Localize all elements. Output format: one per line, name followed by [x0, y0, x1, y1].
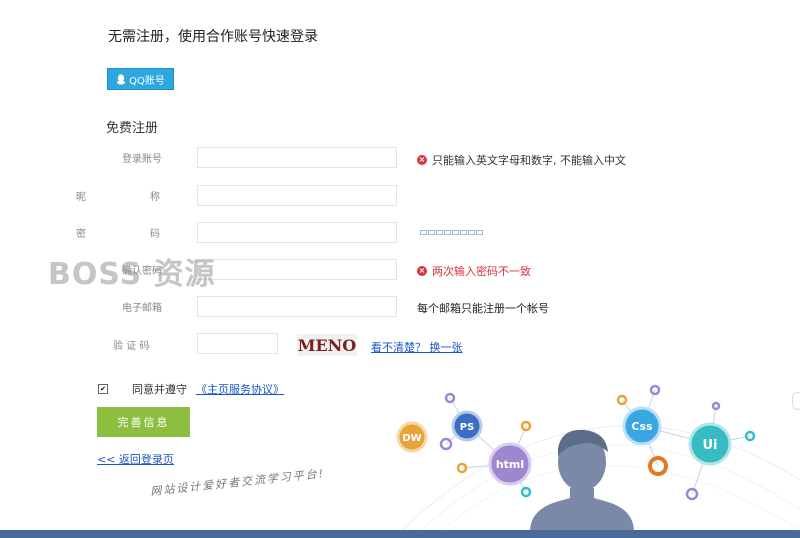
back-to-login-link[interactable]: << 返回登录页: [97, 451, 174, 467]
agree-text: 同意并遵守: [132, 383, 187, 396]
scroll-indicator[interactable]: [792, 392, 800, 410]
slogan: 网站设计爱好者交流学习平台!: [149, 466, 326, 499]
dw-badge-icon: DW: [396, 421, 428, 453]
ps-badge-icon: PS: [451, 410, 483, 442]
error-icon: ×: [417, 266, 427, 276]
svg-text:html: html: [496, 458, 524, 471]
svg-text:DW: DW: [402, 433, 421, 444]
password-label-a: 密: [76, 229, 86, 240]
confirm-password-error: × 两次输入密码不一致: [417, 263, 531, 279]
css-badge-icon: Css: [622, 406, 662, 446]
qq-login-button[interactable]: QQ账号: [107, 68, 174, 90]
account-error-text: 只能输入英文字母和数字, 不能输入中文: [432, 154, 626, 167]
error-icon: ×: [417, 155, 427, 165]
password-strength-meter: [420, 230, 483, 235]
account-input[interactable]: [197, 147, 397, 168]
agree-checkbox[interactable]: ✔: [98, 384, 108, 394]
confirm-error-text: 两次输入密码不一致: [432, 265, 531, 278]
svg-text:PS: PS: [460, 422, 475, 433]
svg-text:Css: Css: [631, 420, 653, 433]
qq-login-label: QQ账号: [129, 75, 165, 87]
terms-link[interactable]: 《主页服务协议》: [196, 381, 284, 397]
bottom-bar: [0, 530, 800, 538]
confirm-password-input[interactable]: [197, 259, 397, 280]
skills-illustration: DW PS html Css Ui: [396, 384, 800, 532]
captcha-image[interactable]: MENO: [297, 334, 357, 356]
email-input[interactable]: [197, 296, 397, 317]
nickname-label-b: 称: [150, 192, 160, 203]
captcha-refresh-link[interactable]: 看不清楚？ 换一张: [371, 339, 463, 355]
register-title: 免费注册: [106, 121, 159, 136]
account-error: × 只能输入英文字母和数字, 不能输入中文: [417, 152, 626, 168]
password-label-b: 码: [150, 229, 160, 240]
ui-badge-icon: Ui: [688, 422, 732, 466]
html-badge-icon: html: [488, 442, 532, 486]
captcha-input[interactable]: [197, 333, 278, 354]
account-label: 登录账号: [122, 154, 162, 165]
quick-login-title: 无需注册，使用合作账号快速登录: [108, 29, 318, 45]
password-input[interactable]: [197, 222, 397, 243]
email-label: 电子邮箱: [122, 303, 162, 314]
nickname-input[interactable]: [197, 185, 397, 206]
watermark: BOSS 资源: [48, 257, 216, 292]
submit-button[interactable]: 完善信息: [97, 407, 190, 437]
qq-icon: [117, 73, 126, 84]
svg-text:Ui: Ui: [702, 438, 717, 453]
captcha-text: MENO: [297, 335, 357, 355]
email-hint: 每个邮箱只能注册一个帐号: [417, 302, 549, 315]
captcha-label: 验 证 码: [113, 341, 150, 352]
nickname-label-a: 昵: [76, 192, 86, 203]
